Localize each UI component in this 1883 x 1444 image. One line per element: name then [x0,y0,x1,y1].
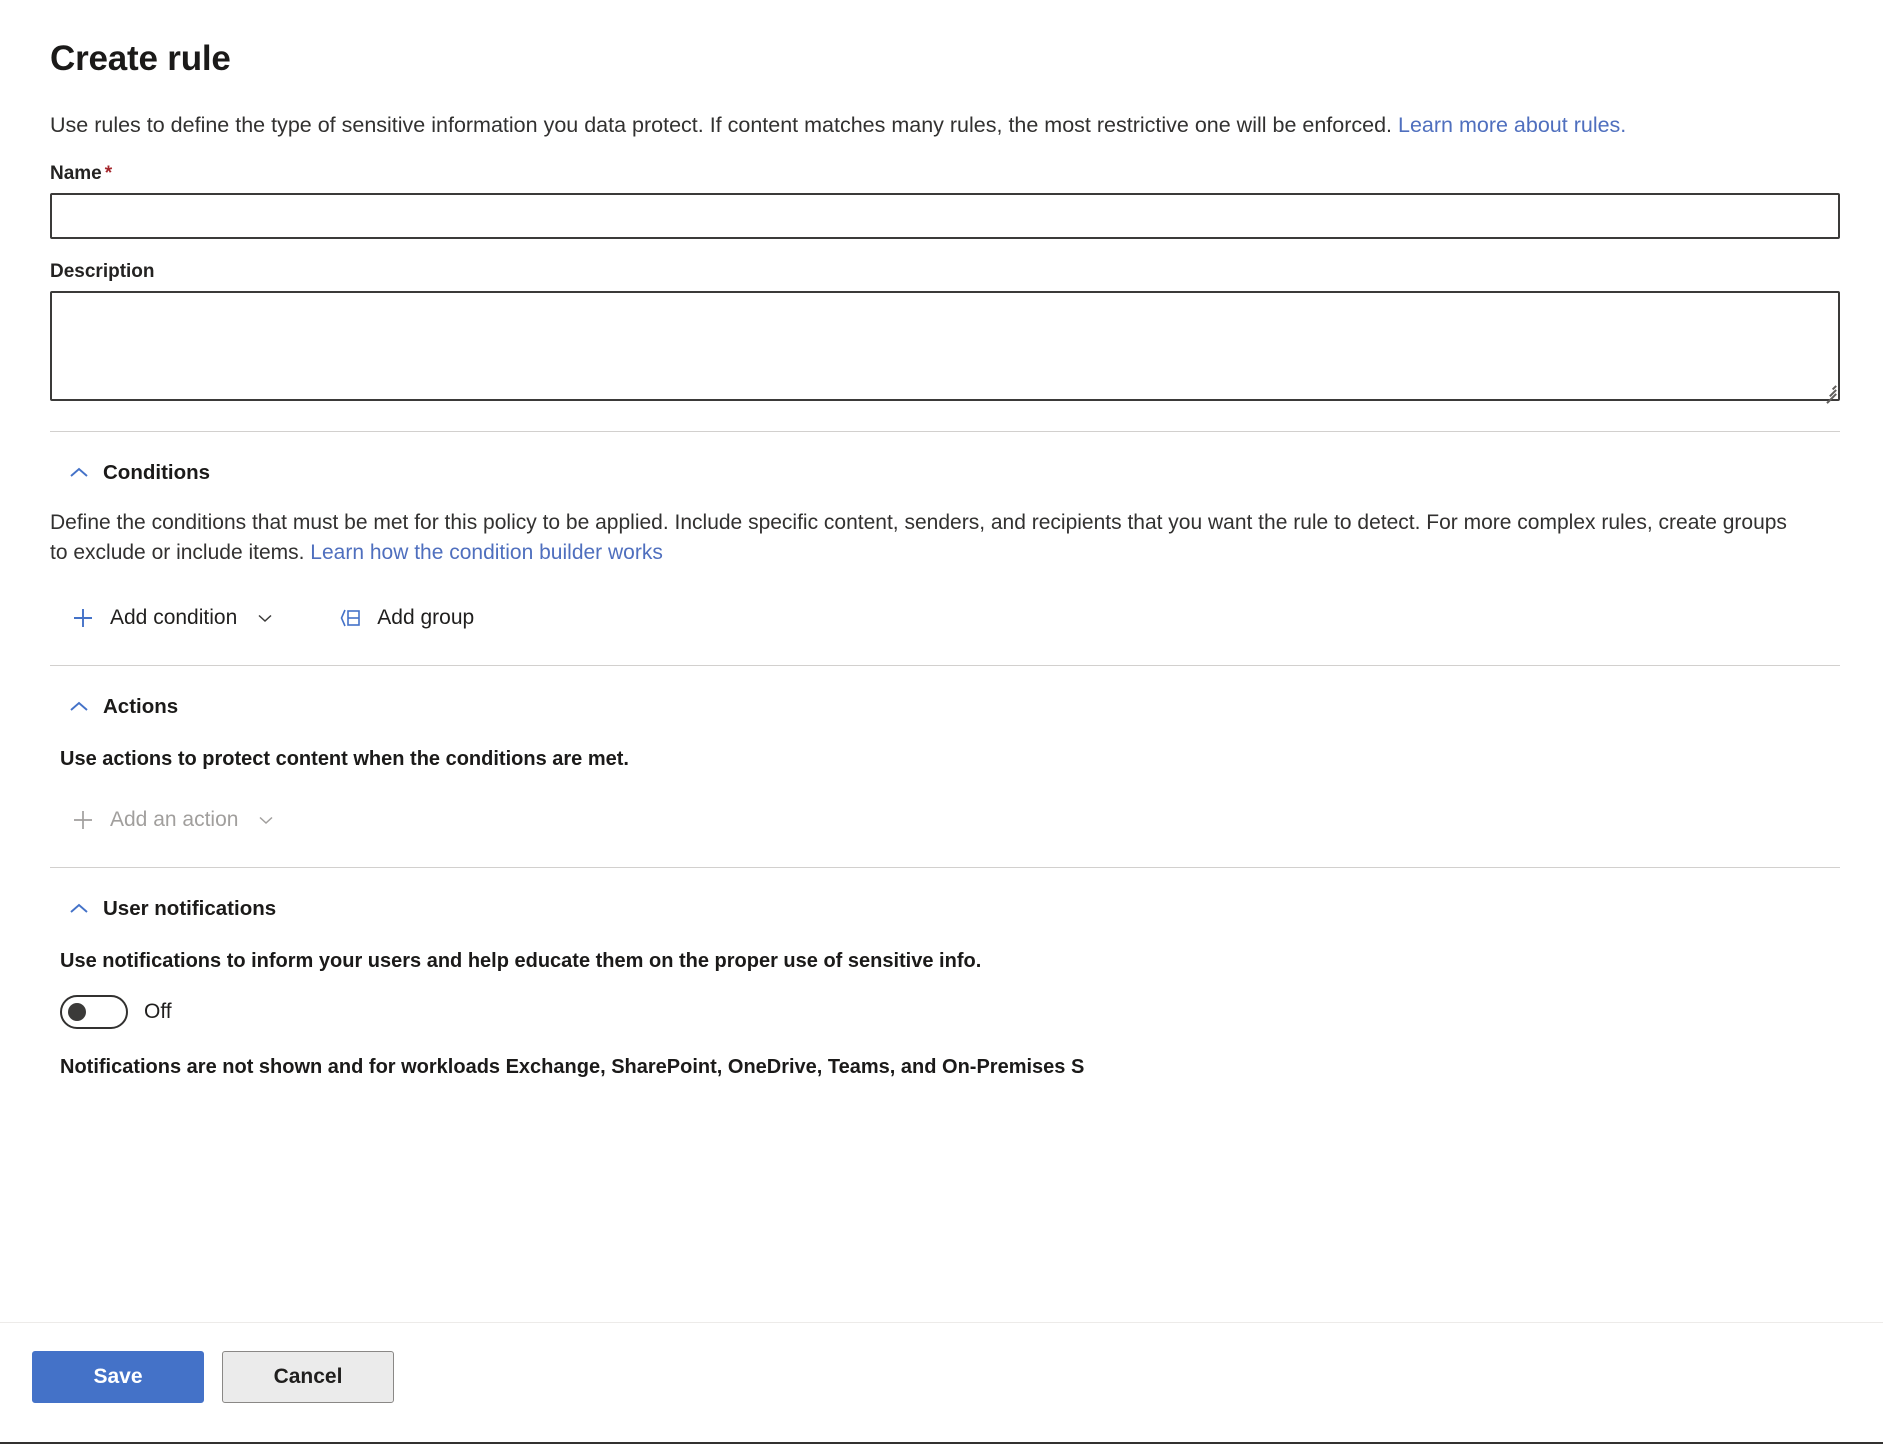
plus-icon [70,605,96,631]
chevron-down-icon [256,810,276,830]
actions-section-title: Actions [103,695,178,719]
actions-command-row: Add an action [68,803,1840,837]
panel-footer: Save Cancel [0,1322,1883,1444]
user-notifications-description: Use notifications to inform your users a… [60,950,1840,973]
conditions-section-title: Conditions [103,461,210,485]
learn-more-about-rules-link[interactable]: Learn more about rules. [1398,113,1626,137]
save-button[interactable]: Save [32,1351,204,1403]
toggle-state-label: Off [144,1000,172,1024]
name-input[interactable] [50,193,1840,239]
add-condition-button[interactable]: Add condition [68,601,277,635]
divider-after-actions [50,867,1840,868]
user-notifications-toggle[interactable] [60,995,128,1029]
divider-after-description [50,431,1840,432]
add-group-button[interactable]: Add group [335,601,476,635]
actions-description: Use actions to protect content when the … [60,748,1840,771]
user-notifications-section-header[interactable]: User notifications [66,896,276,922]
description-textarea-wrap [50,291,1840,401]
chevron-up-icon [66,896,92,922]
user-notifications-toggle-row[interactable]: Off [60,995,172,1029]
actions-section-header[interactable]: Actions [66,694,178,720]
chevron-up-icon [66,694,92,720]
name-field-label: Name* [50,163,1840,185]
condition-builder-link[interactable]: Learn how the condition builder works [310,541,663,564]
description-textarea[interactable] [50,291,1840,401]
add-an-action-label: Add an action [110,808,238,832]
description-field-label: Description [50,261,1840,283]
name-label-text: Name [50,163,102,184]
add-condition-label: Add condition [110,606,237,630]
add-group-label: Add group [377,606,474,630]
add-an-action-button[interactable]: Add an action [68,803,278,837]
panel-scroll-area[interactable]: Create rule Use rules to define the type… [0,0,1883,1322]
page-title: Create rule [50,38,1840,80]
cancel-button[interactable]: Cancel [222,1351,394,1403]
plus-icon [70,807,96,833]
user-notifications-clipped-note: Notifications are not shown and for work… [60,1053,1820,1081]
conditions-command-row: Add condition Add group [68,601,1840,635]
conditions-section-header[interactable]: Conditions [66,460,210,486]
page-intro-text: Use rules to define the type of sensitiv… [50,113,1398,137]
divider-after-conditions [50,665,1840,666]
create-rule-panel: Create rule Use rules to define the type… [0,0,1883,1444]
toggle-knob [68,1003,86,1021]
chevron-up-icon [66,460,92,486]
required-asterisk: * [105,163,112,184]
user-notifications-section-title: User notifications [103,897,276,921]
page-intro: Use rules to define the type of sensitiv… [50,110,1710,141]
chevron-down-icon [255,608,275,628]
add-group-icon [337,605,363,631]
conditions-description: Define the conditions that must be met f… [50,508,1810,569]
